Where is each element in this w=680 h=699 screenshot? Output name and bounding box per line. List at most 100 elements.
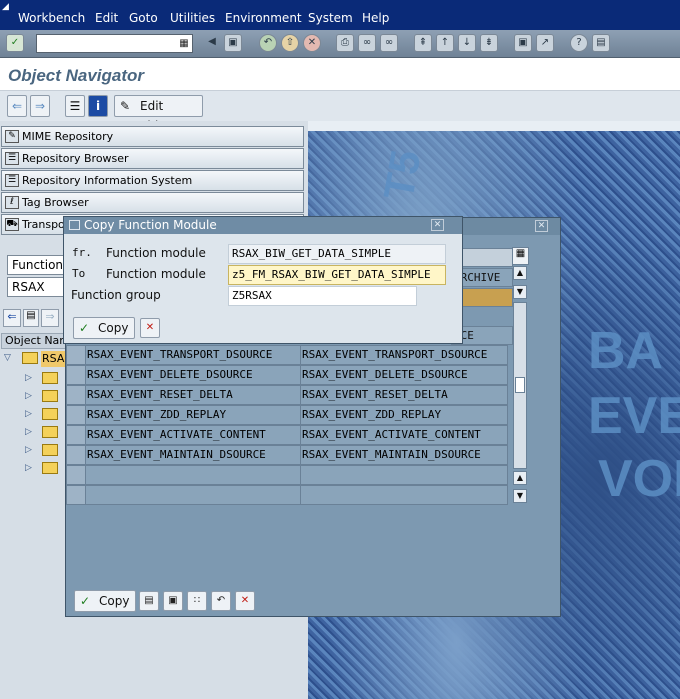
tree-node[interactable]: ▷	[0, 405, 70, 423]
exit-icon[interactable]: ⇧	[281, 34, 299, 52]
info-icon[interactable]: i	[88, 95, 108, 117]
expand-icon[interactable]: ▷	[25, 409, 33, 419]
menu-utilities[interactable]: Utilities	[170, 11, 215, 25]
forward-nav-icon[interactable]: ⇒	[41, 309, 59, 327]
truck-icon: ⛟	[5, 218, 19, 231]
table-row[interactable]	[66, 465, 508, 485]
table-row[interactable]: RSAX_EVENT_TRANSPORT_DSOURCE RSAX_EVENT_T…	[66, 345, 508, 365]
to-prefix: To	[72, 267, 86, 280]
help-icon[interactable]: ?	[570, 34, 588, 52]
table-settings-icon[interactable]: ▦	[512, 247, 529, 265]
next-object-icon[interactable]: ⇒	[30, 95, 50, 117]
close-icon[interactable]: ✕	[431, 219, 444, 231]
expand-icon[interactable]: ▷	[25, 427, 33, 437]
nav-repository-info-system[interactable]: ☰ Repository Information System	[1, 170, 304, 191]
table-row[interactable]: RSAX_EVENT_RESET_DELTA RSAX_EVENT_RESET_D…	[66, 385, 508, 405]
vertical-scrollbar[interactable]	[513, 302, 527, 469]
table-row[interactable]: RSAX_EVENT_DELETE_DSOURCE RSAX_EVENT_DELE…	[66, 365, 508, 385]
menu-system[interactable]: System	[308, 11, 353, 25]
row-selector[interactable]	[66, 405, 86, 425]
table-row[interactable]: RSAX_EVENT_MAINTAIN_DSOURCE RSAX_EVENT_MA…	[66, 445, 508, 465]
save-icon[interactable]: ▣	[224, 34, 242, 52]
back-arrow-icon[interactable]: ◀	[203, 34, 221, 52]
application-toolbar: ⇐ ⇒ ☰ i ✎ Edit object	[0, 91, 680, 133]
undo-icon[interactable]: ↶	[211, 591, 231, 611]
menu-help[interactable]: Help	[362, 11, 389, 25]
row-selector[interactable]	[66, 385, 86, 405]
previous-object-icon[interactable]: ⇐	[7, 95, 27, 117]
object-list-icon[interactable]: ▤	[23, 309, 39, 327]
back-icon[interactable]: ↶	[259, 34, 277, 52]
row-selector[interactable]	[66, 345, 86, 365]
nav-tag-browser[interactable]: ℓ Tag Browser	[1, 192, 304, 213]
expand-icon[interactable]: ▷	[25, 391, 33, 401]
row-selector[interactable]	[66, 445, 86, 465]
row-selector[interactable]	[66, 485, 86, 505]
dialog-titlebar: Copy Function Module ✕	[64, 217, 462, 234]
expand-icon[interactable]: ▷	[25, 463, 33, 473]
deselect-all-icon[interactable]: ▣	[163, 591, 183, 611]
row-selector[interactable]	[66, 365, 86, 385]
command-field[interactable]: ▦	[36, 34, 193, 53]
cancel-icon[interactable]: ✕	[235, 591, 255, 611]
scroll-thumb[interactable]	[515, 377, 525, 393]
table-row[interactable]: RSAX_EVENT_ZDD_REPLAY RSAX_EVENT_ZDD_REPL…	[66, 405, 508, 425]
menu-goto[interactable]: Goto	[129, 11, 158, 25]
command-history-icon[interactable]: ▦	[178, 37, 190, 50]
prev-page-icon[interactable]: ↑	[436, 34, 454, 52]
last-page-icon[interactable]: ⇟	[480, 34, 498, 52]
menu-edit[interactable]: Edit	[95, 11, 118, 25]
enter-icon[interactable]: ✓	[6, 34, 24, 52]
menu-environment[interactable]: Environment	[225, 11, 302, 25]
nav-mime-repository[interactable]: ✎ MIME Repository	[1, 126, 304, 147]
back-nav-icon[interactable]: ⇐	[3, 309, 21, 327]
print-icon[interactable]: ⎙	[336, 34, 354, 52]
object-name-input[interactable]: RSAX	[7, 277, 67, 297]
to-function-module-input[interactable]: z5_FM_RSAX_BIW_GET_DATA_SIMPLE	[228, 265, 446, 285]
scroll-down-icon[interactable]: ▼	[513, 285, 527, 299]
table-row[interactable]	[66, 485, 508, 505]
cell-new-name: RSAX_EVENT_ZDD_REPLAY	[301, 405, 508, 425]
bg-glyph: VOR	[598, 450, 680, 508]
tree-node[interactable]: ▷	[0, 387, 70, 405]
edit-object-button[interactable]: ✎ Edit object	[114, 95, 203, 133]
scroll-up-icon[interactable]: ▲	[513, 266, 527, 280]
expand-icon[interactable]: ▷	[25, 373, 33, 383]
copy-button[interactable]: ✓ Copy	[73, 317, 135, 339]
object-type-select[interactable]: Function	[7, 255, 67, 275]
row-selector[interactable]	[66, 465, 86, 485]
copy-button[interactable]: ✓ Copy	[74, 590, 136, 612]
scroll-up-icon[interactable]: ▲	[513, 471, 527, 485]
table-row[interactable]: RSAX_EVENT_ACTIVATE_CONTENT RSAX_EVENT_AC…	[66, 425, 508, 445]
close-icon[interactable]: ✕	[535, 220, 548, 232]
menu-workbench[interactable]: Workbench	[18, 11, 85, 25]
shortcut-icon[interactable]: ↗	[536, 34, 554, 52]
sap-menu-icon[interactable]: ◢	[2, 2, 14, 12]
expand-icon[interactable]: ▷	[25, 445, 33, 455]
cell-old-name	[86, 465, 301, 485]
find-icon[interactable]: ∞	[358, 34, 376, 52]
select-block-icon[interactable]: ∷	[187, 591, 207, 611]
tree-node[interactable]: ▷	[0, 423, 70, 441]
tree-node[interactable]: ▷	[0, 441, 70, 459]
nav-label: Repository Information System	[22, 174, 193, 187]
scroll-down-icon[interactable]: ▼	[513, 489, 527, 503]
cell-new-name: RSAX_EVENT_RESET_DELTA	[301, 385, 508, 405]
tree-node[interactable]: ▷	[0, 459, 70, 477]
cancel-icon[interactable]: ✕	[303, 34, 321, 52]
layout-icon[interactable]: ▤	[592, 34, 610, 52]
new-session-icon[interactable]: ▣	[514, 34, 532, 52]
cancel-icon[interactable]: ✕	[140, 318, 160, 338]
hierarchy-icon[interactable]: ☰	[65, 95, 85, 117]
nav-repository-browser[interactable]: ☰ Repository Browser	[1, 148, 304, 169]
first-page-icon[interactable]: ⇞	[414, 34, 432, 52]
find-next-icon[interactable]: ∞	[380, 34, 398, 52]
tree-root-row[interactable]: ▽ RSA	[0, 350, 70, 368]
mime-icon: ✎	[5, 130, 19, 143]
select-all-icon[interactable]: ▤	[139, 591, 159, 611]
collapse-icon[interactable]: ▽	[4, 353, 11, 363]
tree-node[interactable]: ▷	[0, 369, 70, 387]
function-group-input[interactable]: Z5RSAX	[228, 286, 417, 306]
row-selector[interactable]	[66, 425, 86, 445]
next-page-icon[interactable]: ↓	[458, 34, 476, 52]
